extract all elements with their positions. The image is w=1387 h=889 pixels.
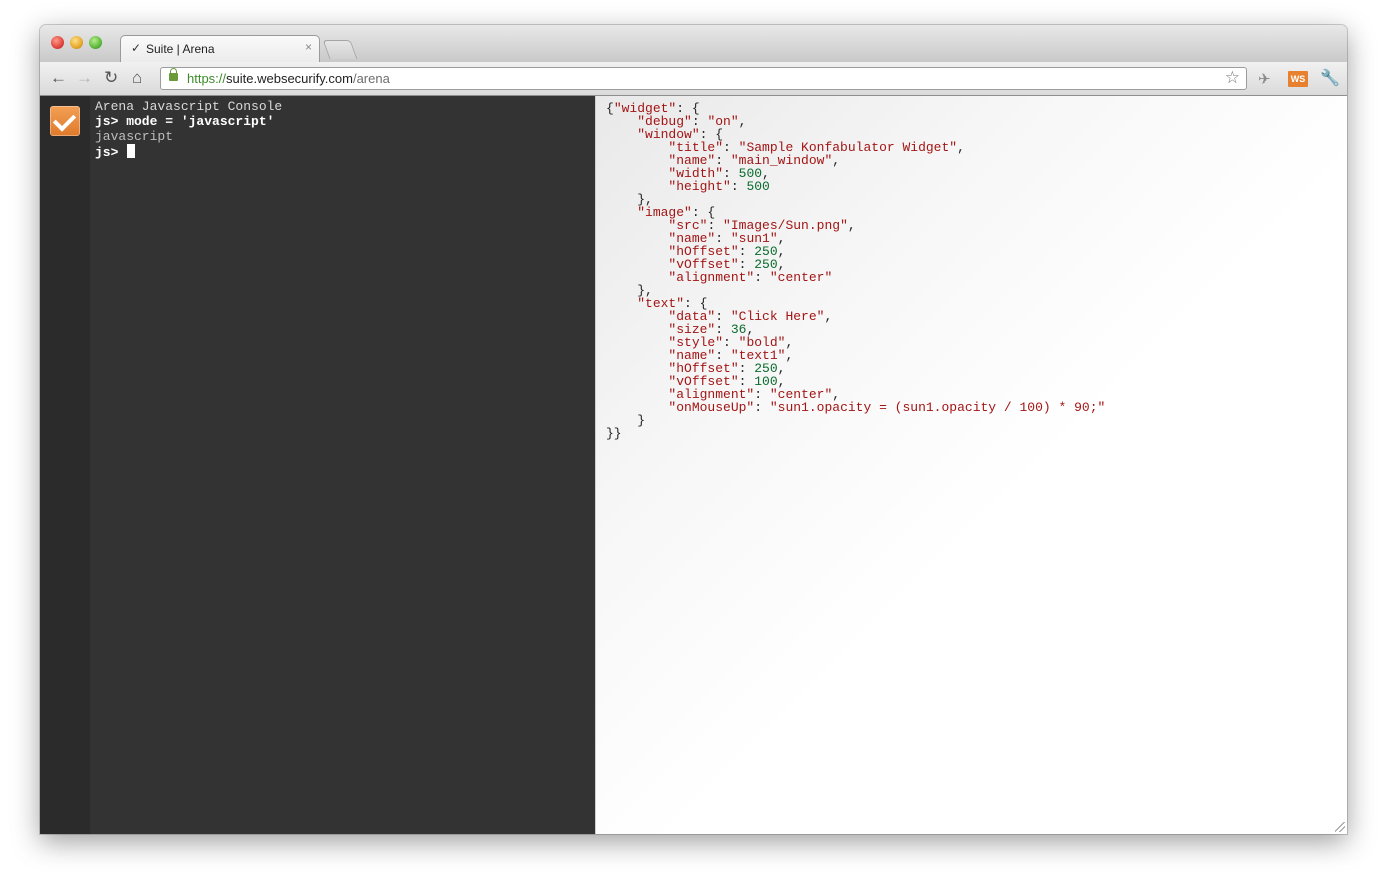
json-number: 500 xyxy=(746,179,770,194)
arena-logo-icon xyxy=(50,106,80,136)
reload-icon[interactable]: ↻ xyxy=(104,68,118,88)
json-punctuation: , xyxy=(847,218,856,233)
code-line: }, xyxy=(606,284,1347,297)
json-key: "onMouseUp" xyxy=(668,400,755,415)
json-punctuation: , xyxy=(785,348,794,363)
extension-icon[interactable]: ✈ xyxy=(1258,70,1271,88)
code-line: "height": 500 xyxy=(606,180,1347,193)
websecurify-extension-icon[interactable]: WS xyxy=(1288,71,1308,87)
json-punctuation: , xyxy=(832,153,841,168)
console-history: js> mode = 'javascript' javascript xyxy=(95,114,595,144)
json-string: "sun1.opacity = (sun1.opacity / 100) * 9… xyxy=(769,400,1106,415)
url-text[interactable]: https://suite.websecurify.com/arena xyxy=(187,71,390,86)
url-scheme: https:// xyxy=(187,71,227,86)
code-line: "onMouseUp": "sun1.opacity = (sun1.opaci… xyxy=(606,401,1347,414)
forward-icon[interactable]: → xyxy=(76,68,93,88)
wrench-icon[interactable]: 🔧 xyxy=(1320,68,1340,88)
address-bar[interactable]: https://suite.websecurify.com/arena ☆ xyxy=(160,67,1247,90)
json-key: "alignment" xyxy=(668,270,755,285)
code-line: } xyxy=(606,414,1347,427)
close-tab-icon[interactable]: × xyxy=(305,40,312,54)
resize-grip-icon[interactable] xyxy=(1335,822,1345,832)
json-punctuation: }} xyxy=(606,426,622,441)
json-punctuation: : xyxy=(754,270,770,285)
json-string: "center" xyxy=(769,270,833,285)
javascript-console[interactable]: Arena Javascript Console js> mode = 'jav… xyxy=(90,96,595,834)
tab-suite-arena[interactable]: ✓ Suite | Arena × xyxy=(120,35,320,62)
json-punctuation: , xyxy=(738,114,747,129)
code-line: "alignment": "center" xyxy=(606,271,1347,284)
browser-window: ✓ Suite | Arena × ← → ↻ ⌂ https://suite.… xyxy=(40,25,1347,834)
console-gutter xyxy=(40,96,90,834)
code-line: }, xyxy=(606,193,1347,206)
close-window-button[interactable] xyxy=(51,36,64,49)
code-line: }} xyxy=(606,427,1347,440)
console-prompt: js> xyxy=(95,145,127,160)
checkmark-icon: ✓ xyxy=(131,41,142,55)
lock-icon[interactable] xyxy=(169,68,178,81)
page-content: Arena Javascript Console js> mode = 'jav… xyxy=(40,96,1347,834)
tab-title: Suite | Arena xyxy=(146,42,215,56)
console-input-line[interactable]: js> xyxy=(95,144,595,160)
json-punctuation: : xyxy=(754,400,770,415)
json-punctuation: : xyxy=(730,179,747,194)
zoom-window-button[interactable] xyxy=(89,36,102,49)
json-output-pane: {"widget": { "debug": "on", "window": { … xyxy=(595,96,1347,834)
url-path: /arena xyxy=(352,71,390,86)
console-command: js> mode = 'javascript' xyxy=(95,114,275,129)
url-host: suite.websecurify.com xyxy=(226,71,353,86)
back-icon[interactable]: ← xyxy=(50,68,67,88)
home-icon[interactable]: ⌂ xyxy=(132,68,142,88)
tab-strip: ✓ Suite | Arena × xyxy=(40,25,1347,62)
new-tab-button[interactable] xyxy=(322,40,358,59)
minimize-window-button[interactable] xyxy=(70,36,83,49)
json-code: {"widget": { "debug": "on", "window": { … xyxy=(606,102,1347,440)
console-output: javascript xyxy=(95,129,174,144)
console-title: Arena Javascript Console xyxy=(95,99,283,114)
text-cursor xyxy=(127,144,136,158)
json-punctuation: , xyxy=(824,309,833,324)
bookmark-star-icon[interactable]: ☆ xyxy=(1225,68,1240,88)
json-punctuation: , xyxy=(957,140,965,155)
json-key: "height" xyxy=(668,179,731,194)
browser-toolbar: ← → ↻ ⌂ https://suite.websecurify.com/ar… xyxy=(40,62,1347,96)
